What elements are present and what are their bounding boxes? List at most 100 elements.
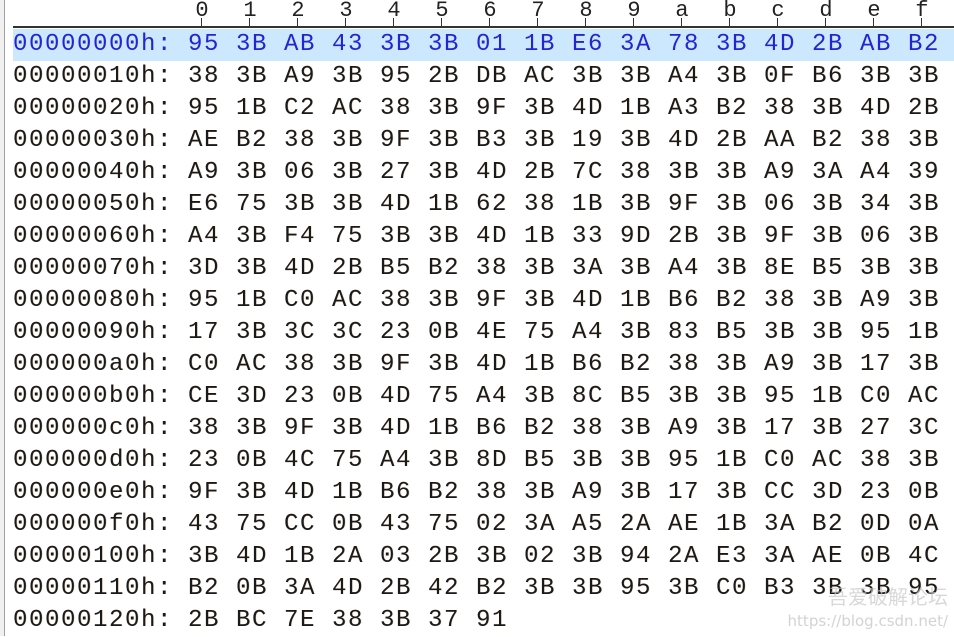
- hex-row[interactable]: 00000070h: 3D 3B 4D 2B B5 B2 38 3B 3A 3B A4 3B 8E B5 3B…: [13, 253, 954, 285]
- hex-byte[interactable]: 0B: [236, 445, 268, 477]
- hex-row[interactable]: 000000f0h: 43 75 CC 0B 43 75 02 3A A5 2A AE 1B 3A B2 0D…: [13, 509, 954, 541]
- hex-byte[interactable]: 3B: [620, 413, 652, 445]
- hex-byte[interactable]: 2A: [332, 541, 364, 573]
- hex-byte[interactable]: 9F: [668, 189, 700, 221]
- hex-byte[interactable]: 4D: [332, 573, 364, 605]
- hex-byte[interactable]: 9F: [380, 125, 412, 157]
- hex-byte[interactable]: 95: [860, 317, 892, 349]
- hex-byte[interactable]: 37: [428, 605, 460, 637]
- hex-byte[interactable]: A9: [764, 349, 796, 381]
- hex-byte[interactable]: 3D: [236, 381, 268, 413]
- hex-byte[interactable]: 03: [380, 541, 412, 573]
- hex-row[interactable]: 00000020h: 95 1B C2 AC 38 3B 9F 3B 4D 1B A3 B2 38 3B 4D…: [13, 93, 954, 125]
- hex-byte[interactable]: B6: [812, 61, 844, 93]
- hex-byte[interactable]: 95: [380, 61, 412, 93]
- hex-byte[interactable]: 1B: [428, 189, 460, 221]
- hex-byte[interactable]: 2B: [668, 221, 700, 253]
- hex-byte[interactable]: 3C: [908, 413, 940, 445]
- hex-byte[interactable]: B2: [428, 253, 460, 285]
- hex-byte[interactable]: 3B: [236, 413, 268, 445]
- hex-byte[interactable]: 0A: [908, 509, 940, 541]
- hex-byte[interactable]: 3B: [236, 477, 268, 509]
- hex-byte[interactable]: 2B: [332, 253, 364, 285]
- hex-byte[interactable]: 3B: [812, 221, 844, 253]
- hex-byte[interactable]: A3: [668, 93, 700, 125]
- hex-byte[interactable]: 3B: [188, 541, 220, 573]
- hex-byte[interactable]: 3B: [668, 381, 700, 413]
- hex-byte[interactable]: 38: [284, 349, 316, 381]
- hex-byte[interactable]: 2B: [716, 125, 748, 157]
- hex-byte[interactable]: AC: [236, 349, 268, 381]
- hex-byte[interactable]: 38: [380, 93, 412, 125]
- hex-byte[interactable]: 1B: [284, 541, 316, 573]
- hex-byte[interactable]: B2: [812, 509, 844, 541]
- hex-byte[interactable]: 1B: [620, 93, 652, 125]
- hex-byte[interactable]: 3B: [668, 573, 700, 605]
- hex-byte[interactable]: 3B: [908, 445, 940, 477]
- hex-byte[interactable]: C2: [284, 93, 316, 125]
- hex-byte[interactable]: 3B: [524, 253, 556, 285]
- hex-byte[interactable]: 3B: [428, 93, 460, 125]
- hex-byte[interactable]: 3B: [812, 285, 844, 317]
- hex-byte[interactable]: 1B: [428, 413, 460, 445]
- hex-byte[interactable]: 3B: [716, 189, 748, 221]
- hex-byte[interactable]: 3B: [332, 413, 364, 445]
- hex-row[interactable]: 000000b0h: CE 3D 23 0B 4D 75 A4 3B 8C B5 3B 3B 95 1B C0…: [13, 381, 954, 413]
- hex-byte[interactable]: 4D: [476, 157, 508, 189]
- hex-row[interactable]: 000000a0h: C0 AC 38 3B 9F 3B 4D 1B B6 B2 38 3B A9 3B 17…: [13, 349, 954, 381]
- hex-byte[interactable]: 3B: [620, 61, 652, 93]
- hex-byte[interactable]: 38: [764, 285, 796, 317]
- hex-byte[interactable]: 83: [668, 317, 700, 349]
- hex-byte[interactable]: 3A: [764, 541, 796, 573]
- hex-byte[interactable]: A4: [572, 317, 604, 349]
- hex-byte[interactable]: 4D: [572, 285, 604, 317]
- hex-byte[interactable]: 75: [524, 317, 556, 349]
- hex-byte[interactable]: 1B: [908, 317, 940, 349]
- hex-byte[interactable]: 38: [764, 93, 796, 125]
- hex-byte[interactable]: 3C: [284, 317, 316, 349]
- hex-byte[interactable]: 3B: [908, 253, 940, 285]
- hex-byte[interactable]: A4: [188, 221, 220, 253]
- hex-byte[interactable]: 43: [380, 509, 412, 541]
- hex-byte[interactable]: B2: [524, 413, 556, 445]
- hex-byte[interactable]: 2B: [380, 573, 412, 605]
- hex-byte[interactable]: 1B: [572, 189, 604, 221]
- hex-byte[interactable]: 3B: [620, 125, 652, 157]
- hex-byte[interactable]: 78: [668, 29, 700, 61]
- hex-byte[interactable]: 3B: [764, 317, 796, 349]
- hex-byte[interactable]: 3D: [188, 253, 220, 285]
- hex-byte[interactable]: 2B: [428, 541, 460, 573]
- hex-byte[interactable]: E6: [572, 29, 604, 61]
- hex-byte[interactable]: 95: [188, 285, 220, 317]
- hex-row[interactable]: 000000e0h: 9F 3B 4D 1B B6 B2 38 3B A9 3B 17 3B CC 3D 23…: [13, 477, 954, 509]
- hex-byte[interactable]: 0B: [236, 573, 268, 605]
- hex-byte[interactable]: 3B: [908, 221, 940, 253]
- hex-byte[interactable]: 06: [284, 157, 316, 189]
- hex-row[interactable]: 00000050h: E6 75 3B 3B 4D 1B 62 38 1B 3B 9F 3B 06 3B 34…: [13, 189, 954, 221]
- hex-byte[interactable]: B2: [812, 125, 844, 157]
- hex-byte[interactable]: 3B: [572, 573, 604, 605]
- hex-byte[interactable]: 3B: [716, 157, 748, 189]
- hex-byte[interactable]: 3B: [716, 253, 748, 285]
- hex-byte[interactable]: 95: [188, 93, 220, 125]
- hex-byte[interactable]: BC: [236, 605, 268, 637]
- hex-byte[interactable]: 3B: [620, 317, 652, 349]
- hex-byte[interactable]: 4D: [476, 349, 508, 381]
- hex-byte[interactable]: 38: [668, 349, 700, 381]
- hex-byte[interactable]: 4D: [380, 413, 412, 445]
- hex-byte[interactable]: 4D: [380, 381, 412, 413]
- hex-byte[interactable]: 3B: [284, 189, 316, 221]
- hex-byte[interactable]: 7C: [572, 157, 604, 189]
- hex-byte[interactable]: 3B: [812, 413, 844, 445]
- hex-byte[interactable]: 3B: [332, 125, 364, 157]
- hex-byte[interactable]: C0: [860, 381, 892, 413]
- hex-byte[interactable]: 0B: [428, 317, 460, 349]
- hex-byte[interactable]: 3B: [716, 29, 748, 61]
- hex-row[interactable]: 00000110h: B2 0B 3A 4D 2B 42 B2 3B 3B 95 3B C0 B3 3B 3B…: [13, 573, 954, 605]
- hex-byte[interactable]: 75: [332, 445, 364, 477]
- hex-byte[interactable]: 3B: [620, 253, 652, 285]
- hex-byte[interactable]: 9F: [380, 349, 412, 381]
- hex-byte[interactable]: AC: [524, 61, 556, 93]
- hex-byte[interactable]: 38: [572, 413, 604, 445]
- hex-byte[interactable]: 8C: [572, 381, 604, 413]
